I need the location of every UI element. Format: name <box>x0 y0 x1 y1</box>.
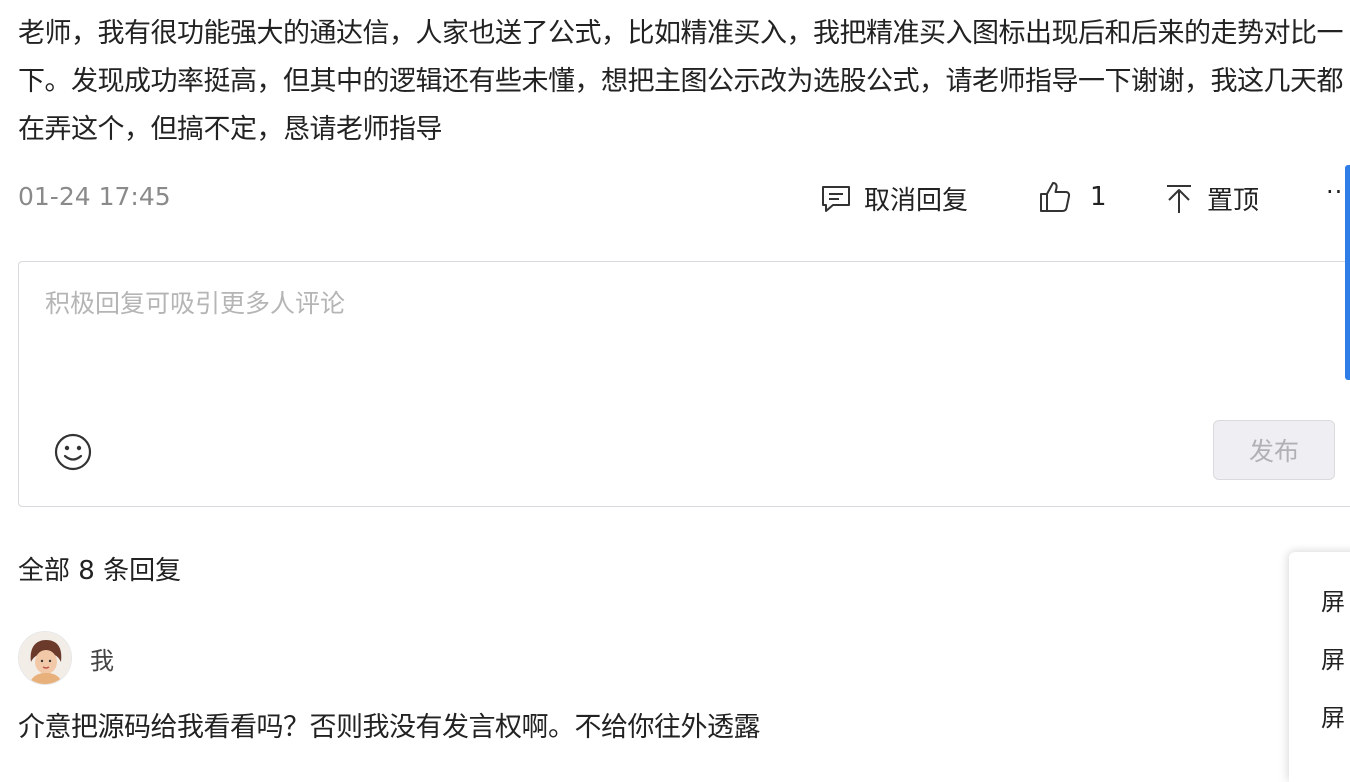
reply-input[interactable] <box>43 282 1247 406</box>
like-button[interactable]: 1 <box>1038 180 1107 214</box>
emoji-icon[interactable] <box>53 432 93 476</box>
cancel-reply-label: 取消回复 <box>864 186 969 216</box>
like-count: 1 <box>1090 182 1107 212</box>
thumbs-up-icon <box>1038 180 1072 214</box>
comment-text: 介意把源码给我看看吗？否则我没有发言权啊。不给你往外透露 <box>18 712 761 743</box>
reply-box: 发布 <box>18 261 1350 507</box>
side-menu-item[interactable]: 屏 <box>1321 698 1345 733</box>
post-timestamp: 01-24 17:45 <box>18 182 171 211</box>
reply-count: 全部 8 条回复 <box>18 556 182 586</box>
comment-username[interactable]: 我 <box>90 641 114 676</box>
post-meta-row: 01-24 17:45 取消回复 1 置顶 ·· <box>0 176 1350 222</box>
avatar[interactable] <box>18 631 72 685</box>
more-label: ·· <box>1326 178 1344 206</box>
cancel-reply-button[interactable]: 取消回复 <box>820 180 968 217</box>
side-menu-item[interactable]: 屏 <box>1321 640 1345 675</box>
side-menu: 屏 屏 屏 <box>1289 552 1350 782</box>
more-icon[interactable]: ·· <box>1326 178 1343 206</box>
side-menu-item[interactable]: 屏 <box>1321 582 1345 617</box>
pin-top-button[interactable]: 置顶 <box>1165 180 1259 217</box>
post-text: 老师，我有很功能强大的通达信，人家也送了公式，比如精准买入，我把精准买入图标出现… <box>18 18 1344 145</box>
scroll-indicator <box>1345 165 1350 380</box>
pin-top-icon <box>1165 183 1193 215</box>
comment-header: 我 <box>18 630 114 686</box>
pin-top-label: 置顶 <box>1207 186 1260 216</box>
comment-icon <box>820 183 852 215</box>
publish-button[interactable]: 发布 <box>1213 420 1335 480</box>
